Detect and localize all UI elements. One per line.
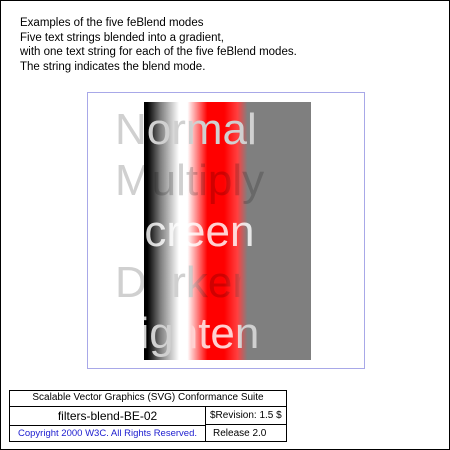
blend-text-normal: Normal xyxy=(115,105,257,154)
description-line: Examples of the five feBlend modes xyxy=(20,17,204,29)
blend-text-multiply: Multiply xyxy=(115,156,265,205)
blend-text-darken: Darken xyxy=(115,258,257,307)
test-name: filters-blend-BE-02 xyxy=(10,407,206,426)
blend-test-canvas: Normal Multiply Screen Darken Lighten xyxy=(87,92,365,369)
copyright-link[interactable]: Copyright 2000 W3C. All Rights Reserved. xyxy=(10,426,206,441)
suite-title: Scalable Vector Graphics (SVG) Conforman… xyxy=(10,391,286,407)
release-label: Release 2.0 xyxy=(213,428,267,439)
blend-text-lighten: Lighten xyxy=(115,309,260,358)
revision-label: $Revision: 1.5 $ xyxy=(206,407,286,425)
blend-text-screen: Screen xyxy=(115,207,255,256)
test-description: Examples of the five feBlend modes Five … xyxy=(20,16,420,74)
description-line: with one text string for each of the fiv… xyxy=(20,46,297,58)
description-line: The string indicates the blend mode. xyxy=(20,60,206,73)
conformance-footer: Scalable Vector Graphics (SVG) Conforman… xyxy=(9,390,287,442)
description-line: Five text strings blended into a gradien… xyxy=(20,31,224,44)
